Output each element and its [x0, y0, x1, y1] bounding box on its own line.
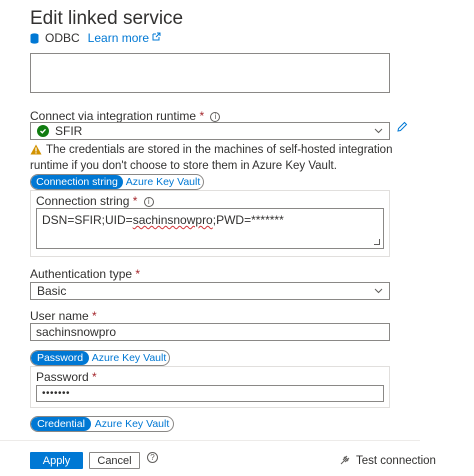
info-icon[interactable]: i	[143, 197, 154, 207]
password-input[interactable]: •••••••	[36, 385, 384, 402]
auth-type-label: Authentication type *	[30, 267, 141, 281]
connector-name: ODBC	[45, 31, 80, 45]
database-icon	[30, 32, 39, 44]
chevron-down-icon	[374, 286, 383, 296]
connector-subtitle: ODBC Learn more	[30, 31, 161, 45]
connection-toggle[interactable]: Connection string Azure Key Vault	[30, 174, 204, 190]
tab-credential[interactable]: Credential	[31, 417, 91, 431]
username-label: User name *	[30, 309, 97, 323]
check-circle-icon	[37, 125, 49, 137]
test-connection-button[interactable]: Test connection	[340, 454, 436, 468]
external-link-icon[interactable]	[152, 32, 161, 44]
warning-message: The credentials are stored in the machin…	[30, 144, 393, 172]
password-toggle[interactable]: Password Azure Key Vault	[30, 350, 170, 366]
credential-toggle[interactable]: Credential Azure Key Vault	[30, 416, 174, 432]
tab-password[interactable]: Password	[31, 351, 89, 365]
runtime-value: SFIR	[55, 124, 83, 138]
tab-azure-key-vault[interactable]: Azure Key Vault	[123, 175, 203, 189]
tab-azure-key-vault[interactable]: Azure Key Vault	[89, 351, 169, 365]
cancel-button[interactable]: Cancel	[89, 452, 140, 469]
pencil-icon[interactable]	[396, 121, 408, 136]
page-title: Edit linked service	[30, 8, 184, 29]
runtime-select[interactable]: SFIR	[30, 122, 390, 140]
chevron-down-icon	[374, 126, 383, 136]
username-input[interactable]: sachinsnowpro	[30, 323, 390, 341]
tab-azure-key-vault[interactable]: Azure Key Vault	[91, 417, 173, 431]
plug-icon	[340, 454, 351, 468]
apply-button[interactable]: Apply	[30, 452, 83, 469]
tab-connection-string[interactable]: Connection string	[31, 175, 123, 189]
connection-string-textarea[interactable]: DSN=SFIR;UID= sachinsnowpro ;PWD=*******	[36, 208, 384, 249]
help-icon[interactable]: ?	[147, 452, 158, 463]
warning-icon	[30, 144, 42, 159]
auth-type-select[interactable]: Basic	[30, 282, 390, 300]
runtime-label: Connect via integration runtime * i	[30, 109, 221, 123]
footer-divider	[0, 440, 420, 441]
connection-string-label: Connection string * i	[36, 194, 154, 208]
resize-handle[interactable]	[374, 239, 380, 245]
info-icon[interactable]: i	[210, 112, 221, 122]
password-label: Password *	[36, 370, 97, 384]
learn-more-link[interactable]: Learn more	[88, 31, 149, 45]
description-textarea[interactable]	[30, 53, 390, 93]
